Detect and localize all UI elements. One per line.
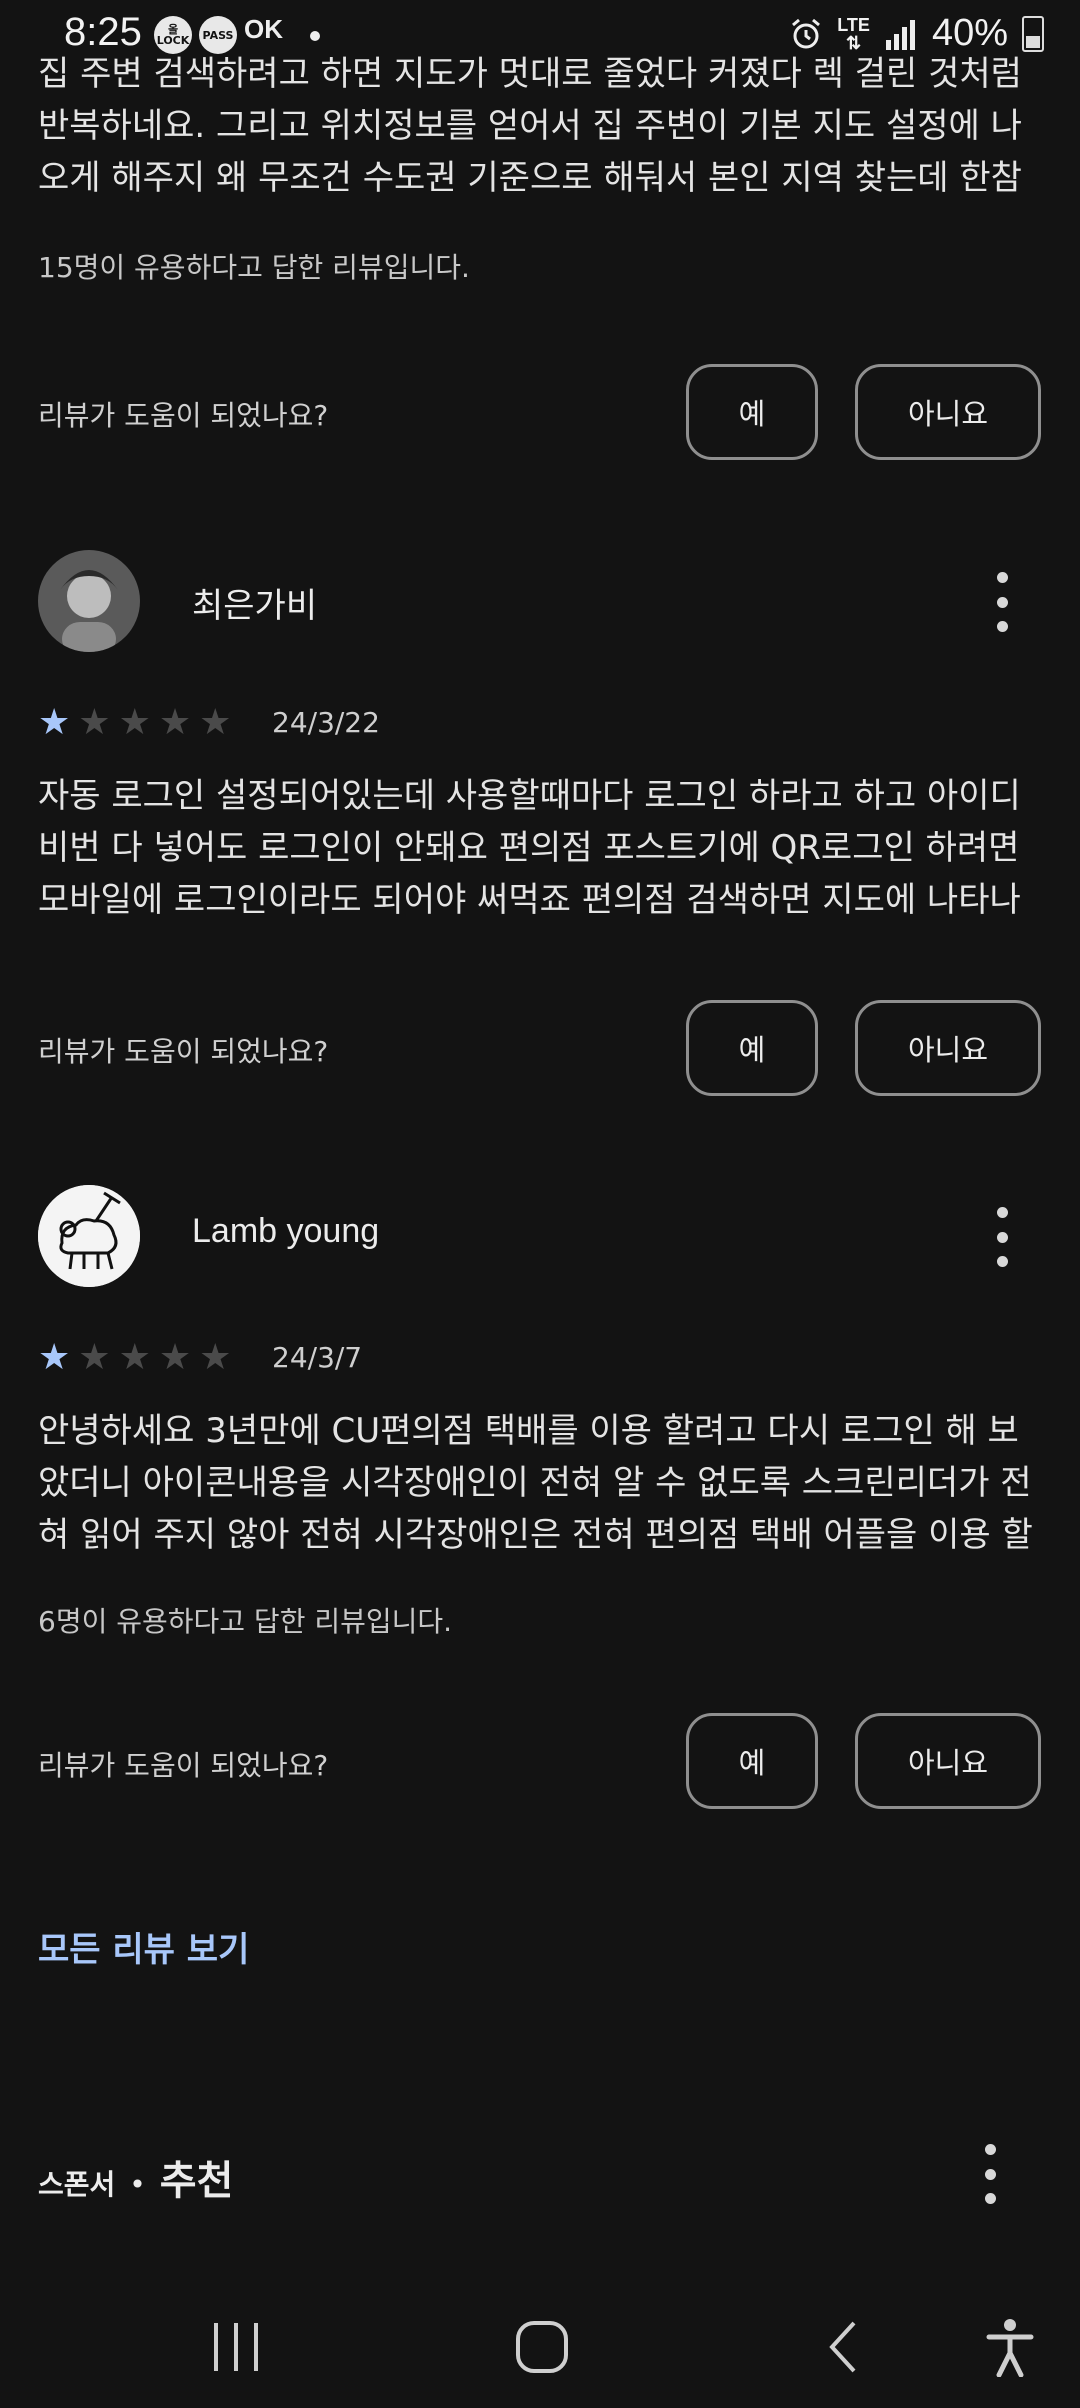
star-icon: ★ xyxy=(118,702,151,743)
star-rating: ★ ★ ★ ★ ★ xyxy=(38,705,231,741)
more-options-icon[interactable] xyxy=(982,1207,1022,1267)
star-icon: ★ xyxy=(38,702,71,743)
star-icon: ★ xyxy=(38,1337,71,1378)
helpful-no-button[interactable]: 아니요 xyxy=(855,1713,1041,1809)
helpful-yes-button[interactable]: 예 xyxy=(686,1000,818,1096)
review-date: 24/3/7 xyxy=(272,1341,363,1374)
helpful-yes-button[interactable]: 예 xyxy=(686,364,818,460)
helpful-question: 리뷰가 도움이 되었나요? xyxy=(38,399,329,432)
star-icon: ★ xyxy=(78,702,111,743)
sponsor-header: 스폰서 • 추천 xyxy=(38,2148,233,2206)
review-text[interactable]: 자동 로그인 설정되어있는데 사용할때마다 로그인 하라고 하고 아이디 비번 … xyxy=(38,770,1048,926)
helpful-count: 15명이 유용하다고 답한 리뷰입니다. xyxy=(38,251,470,284)
alarm-icon xyxy=(792,18,821,48)
sponsor-label: 스폰서 xyxy=(38,2168,116,2201)
battery-icon xyxy=(1022,15,1044,52)
helpful-question: 리뷰가 도움이 되었나요? xyxy=(38,1749,329,1782)
accessibility-icon[interactable] xyxy=(980,2312,1040,2382)
lte-icon: LTE ⇅ xyxy=(837,14,870,53)
star-icon: ★ xyxy=(158,702,192,743)
helpful-no-button[interactable]: 아니요 xyxy=(855,1000,1041,1096)
home-icon[interactable] xyxy=(510,2312,574,2382)
recent-apps-icon[interactable] xyxy=(204,2312,268,2382)
more-options-icon[interactable] xyxy=(982,572,1022,632)
dot-icon xyxy=(310,31,320,41)
review-date: 24/3/22 xyxy=(272,706,380,739)
helpful-count: 6명이 유용하다고 답한 리뷰입니다. xyxy=(38,1605,453,1638)
helpful-yes-button[interactable]: 예 xyxy=(686,1713,818,1809)
helpful-question: 리뷰가 도움이 되었나요? xyxy=(38,1035,329,1068)
reviewer-name: 최은가비 xyxy=(192,586,318,626)
star-icon: ★ xyxy=(199,1337,232,1378)
navigation-bar xyxy=(0,2290,1080,2408)
sponsor-separator: • xyxy=(129,2168,146,2201)
avatar xyxy=(38,550,140,652)
more-options-icon[interactable] xyxy=(970,2144,1010,2204)
sponsor-title: 추천 xyxy=(159,2158,234,2204)
avatar-photo xyxy=(38,550,140,652)
all-reviews-link[interactable]: 모든 리뷰 보기 xyxy=(38,1922,249,1971)
avatar xyxy=(38,1185,140,1287)
star-icon: ★ xyxy=(118,1337,151,1378)
star-rating: ★ ★ ★ ★ ★ xyxy=(38,1340,231,1376)
helpful-no-button[interactable]: 아니요 xyxy=(855,364,1041,460)
reviewer-name: Lamb young xyxy=(192,1212,380,1250)
review-text[interactable]: 안녕하세요 3년만에 CU편의점 택배를 이용 할려고 다시 로그인 해 보았더… xyxy=(38,1405,1048,1561)
back-icon[interactable] xyxy=(816,2312,872,2382)
signal-icon xyxy=(885,19,915,50)
review-text[interactable]: 집 주변 검색하려고 하면 지도가 멋대로 줄었다 커졌다 렉 걸린 것처럼 반… xyxy=(38,48,1048,204)
ok-icon: OK xyxy=(244,14,283,44)
star-icon: ★ xyxy=(158,1337,192,1378)
star-icon: ★ xyxy=(78,1337,111,1378)
lamb-icon xyxy=(38,1185,140,1287)
star-icon: ★ xyxy=(199,702,232,743)
